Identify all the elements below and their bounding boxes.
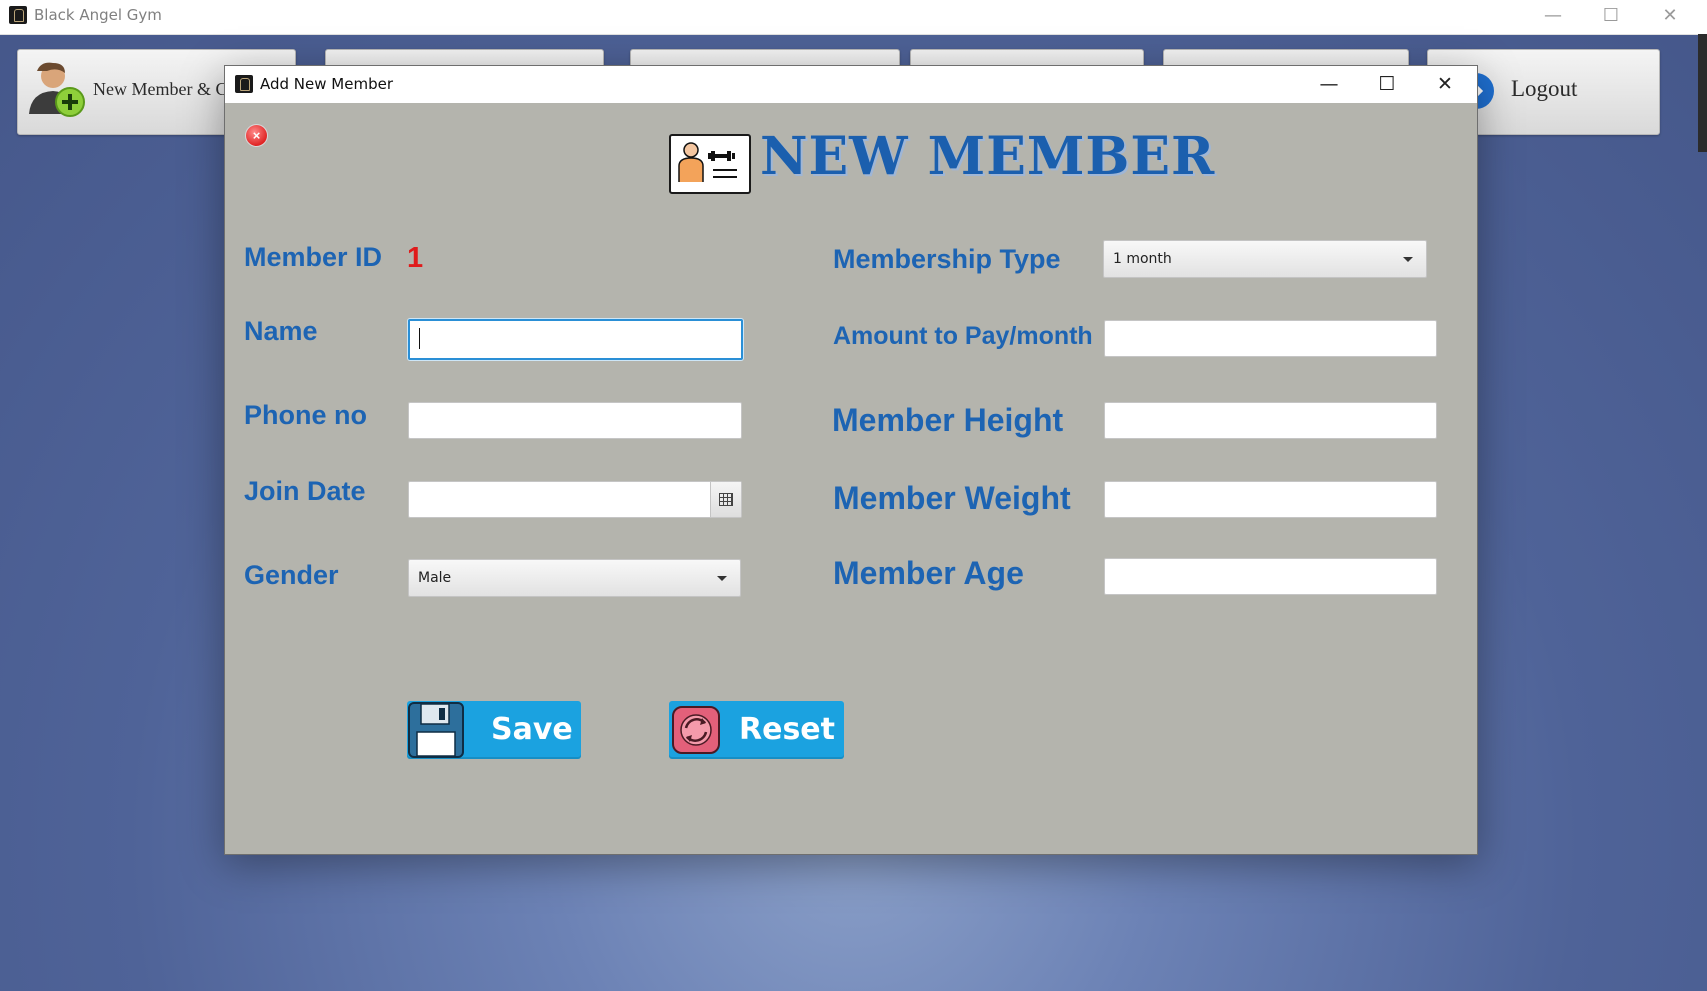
gender-selected-value: Male [418,570,452,586]
membership-selected-value: 1 month [1113,251,1172,267]
height-label: Member Height [832,402,1064,438]
reset-button[interactable]: Reset [669,701,844,759]
save-label: Save [491,712,573,747]
age-label: Member Age [833,555,1024,591]
phone-input[interactable] [409,403,741,438]
refresh-icon [672,706,720,754]
join-date-label: Join Date [244,476,366,506]
dialog-minimize-icon[interactable]: — [1305,69,1353,99]
dialog-title: Add New Member [260,75,393,93]
height-field[interactable] [1104,402,1437,439]
maximize-icon[interactable]: ☐ [1583,0,1639,30]
page-title: NEW MEMBER [760,126,1216,187]
phone-label: Phone no [244,400,367,430]
logout-label: Logout [1511,76,1578,101]
phone-field[interactable] [408,402,742,439]
gender-label: Gender [244,560,339,590]
height-input[interactable] [1105,403,1436,438]
weight-label: Member Weight [833,480,1071,516]
join-date-input[interactable] [409,482,709,517]
app-logo-icon [9,6,27,24]
member-id-value: 1 [407,242,424,274]
main-titlebar: Black Angel Gym — ☐ ✕ [0,0,1707,35]
age-field[interactable] [1104,558,1437,595]
membership-type-select[interactable]: 1 month [1103,240,1427,278]
floppy-disk-icon [408,702,464,758]
member-id-card-icon [669,134,751,194]
text-caret [419,328,420,349]
amount-input[interactable] [1105,321,1436,356]
dialog-titlebar: Add New Member — ☐ ✕ [225,66,1477,103]
name-label: Name [244,316,318,346]
join-date-field[interactable] [408,481,742,518]
calendar-icon [719,493,733,506]
weight-field[interactable] [1104,481,1437,518]
reset-label: Reset [739,712,835,747]
new-member-nav-label: New Member & Co [93,79,237,99]
age-input[interactable] [1105,559,1436,594]
dialog-close-icon[interactable]: ✕ [1421,69,1469,99]
close-icon[interactable]: ✕ [1642,0,1698,30]
amount-label: Amount to Pay/month [833,322,1093,350]
add-member-dialog: Add New Member — ☐ ✕ × NEW MEMBER Member… [224,65,1478,855]
scrollbar[interactable] [1698,34,1707,152]
close-form-icon[interactable]: × [245,124,268,147]
dialog-app-icon [235,75,253,93]
member-id-label: Member ID [244,242,383,272]
amount-field[interactable] [1104,320,1437,357]
main-window-title: Black Angel Gym [34,6,162,24]
name-input[interactable] [410,321,741,358]
membership-type-label: Membership Type [833,244,1061,274]
dialog-maximize-icon[interactable]: ☐ [1363,69,1411,99]
add-user-icon [29,62,85,117]
chevron-down-icon [1403,257,1413,262]
chevron-down-icon [717,576,727,581]
minimize-icon[interactable]: — [1525,0,1581,30]
calendar-button[interactable] [710,482,741,517]
name-field[interactable] [408,319,743,360]
save-button[interactable]: Save [407,701,581,759]
weight-input[interactable] [1105,482,1436,517]
gender-select[interactable]: Male [408,559,741,597]
